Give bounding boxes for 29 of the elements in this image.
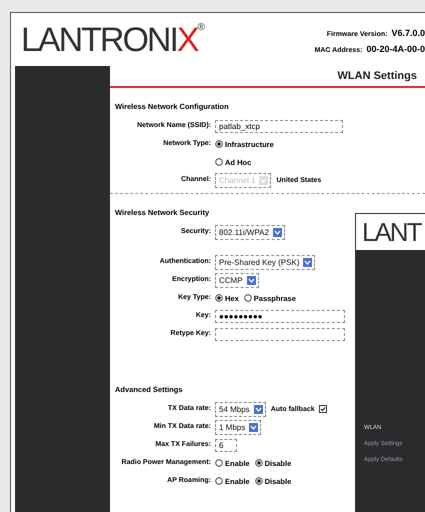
lantronix-logo: LANT [362,216,420,248]
dropdown[interactable]: Pre-Shared Key (PSK) [215,254,316,270]
radio-icon [215,158,223,166]
dropdown-arrow-icon [254,404,263,414]
dropdown-arrow-icon [246,276,256,284]
radio-icon [215,477,223,485]
radio-icon [215,140,223,148]
dropdown-arrow-icon [272,228,282,236]
firmware-value: V6.7.0.0 [391,28,425,38]
password-field[interactable] [215,328,345,340]
lantronix-logo: LANTRONIX® [21,23,205,61]
checkbox[interactable] [318,405,327,413]
number-field[interactable]: 6 [215,438,237,452]
password-field[interactable]: ●●●●●●●●● [215,310,345,322]
radio-icon [215,459,223,467]
page-title: WLAN Settings [110,66,425,88]
dropdown-arrow-icon [303,258,312,266]
dropdown-arrow-icon [249,422,258,432]
dropdown[interactable]: 802.11i/WPA2 [215,224,285,240]
radio-icon [254,459,263,467]
dropdown[interactable]: CCMP [215,272,259,288]
radio-icon [244,294,252,302]
mac-value: 00-20-4A-00-0 [366,44,425,54]
radio-icon [215,294,223,302]
radio-icon [254,477,263,485]
dropdown-arrow-icon [259,176,268,184]
text-field[interactable]: patlab_xtcp [215,120,343,132]
dropdown[interactable]: 1 Mbps [215,420,262,434]
dropdown[interactable]: 54 Mbps [215,402,266,416]
